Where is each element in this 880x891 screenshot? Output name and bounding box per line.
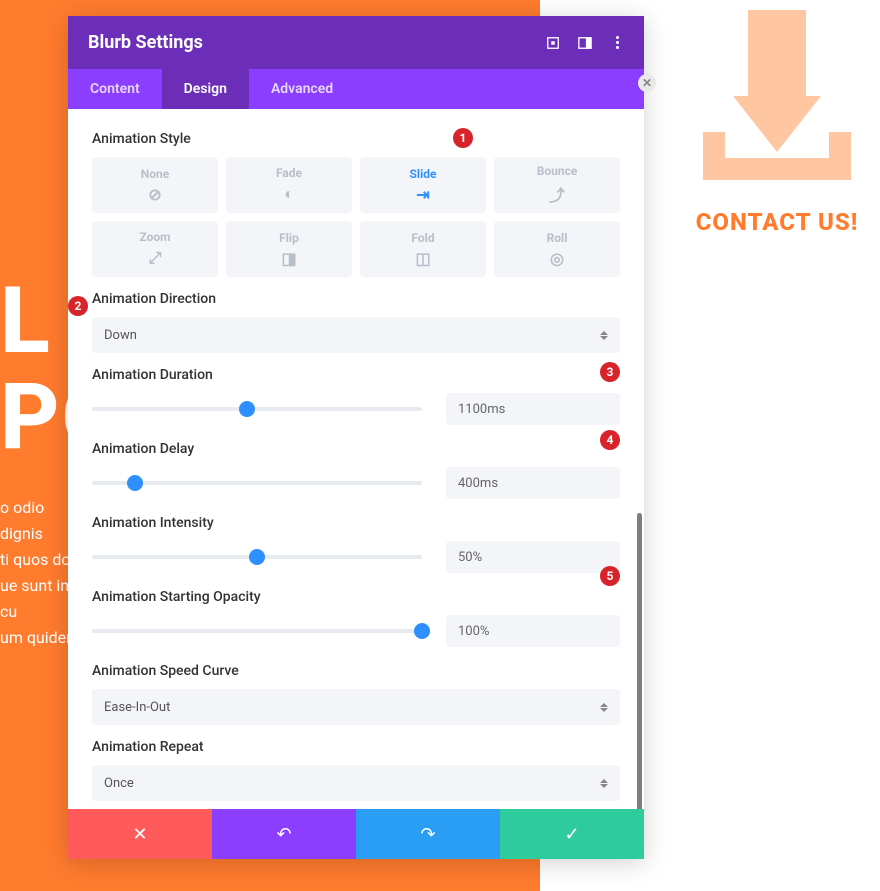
undo-button[interactable]: ↶	[212, 809, 356, 859]
animation-delay-slider[interactable]	[92, 481, 422, 485]
style-slide[interactable]: Slide ⇥	[360, 157, 486, 213]
fold-icon: ◫	[415, 249, 430, 268]
select-value: Once	[104, 776, 134, 791]
tile-label: Fold	[411, 231, 434, 245]
tile-label: Roll	[547, 231, 568, 245]
speed-curve-select[interactable]: Ease-In-Out	[92, 689, 620, 725]
right-panel: CONTACT US!	[682, 10, 872, 236]
animation-style-label: Animation Style	[92, 131, 620, 147]
chevron-sort-icon	[600, 331, 608, 340]
style-fold[interactable]: Fold ◫	[360, 221, 486, 277]
style-fade[interactable]: Fade ◐	[226, 157, 352, 213]
style-bounce[interactable]: Bounce ⤴	[494, 157, 620, 213]
blurb-settings-modal: Blurb Settings Content Design Advanced A…	[68, 16, 644, 859]
repeat-select[interactable]: Once	[92, 765, 620, 801]
expand-icon[interactable]	[546, 36, 560, 50]
chevron-sort-icon	[600, 703, 608, 712]
modal-body: Animation Style None ⊘ Fade ◐ Slide ⇥ Bounc…	[68, 109, 644, 809]
animation-delay-value[interactable]: 400ms	[446, 467, 620, 499]
slide-icon: ⇥	[416, 185, 429, 204]
slider-thumb[interactable]	[127, 475, 143, 491]
animation-intensity-value[interactable]: 50%	[446, 541, 620, 573]
select-value: Ease-In-Out	[104, 700, 170, 715]
tile-label: Fade	[276, 166, 302, 180]
callout-badge-1: 1	[453, 128, 473, 148]
animation-opacity-value[interactable]: 100%	[446, 615, 620, 647]
contact-us-heading: CONTACT US!	[682, 208, 872, 236]
modal-header: Blurb Settings	[68, 16, 644, 69]
fade-icon: ◐	[284, 184, 294, 204]
slider-thumb[interactable]	[414, 623, 430, 639]
animation-direction-label: Animation Direction	[92, 291, 620, 307]
tile-label: None	[141, 167, 169, 181]
scrollbar[interactable]	[637, 513, 642, 809]
style-roll[interactable]: Roll ◎	[494, 221, 620, 277]
save-button[interactable]: ✓	[500, 809, 644, 859]
none-icon: ⊘	[148, 185, 161, 204]
bg-heading-1: L	[0, 268, 52, 375]
tab-design[interactable]: Design	[162, 69, 249, 109]
callout-badge-3: 3	[600, 362, 620, 382]
animation-intensity-slider[interactable]	[92, 555, 422, 559]
style-flip[interactable]: Flip ◨	[226, 221, 352, 277]
slider-thumb[interactable]	[239, 401, 255, 417]
slider-thumb[interactable]	[249, 549, 265, 565]
animation-delay-label: Animation Delay	[92, 441, 620, 457]
style-zoom[interactable]: Zoom ⤢	[92, 221, 218, 277]
tab-content[interactable]: Content	[68, 69, 162, 109]
check-icon: ✓	[564, 824, 579, 845]
undo-icon: ↶	[276, 824, 291, 845]
tile-label: Zoom	[139, 230, 170, 244]
cancel-button[interactable]: ✕	[68, 809, 212, 859]
select-value: Down	[104, 328, 137, 343]
bounce-icon: ⤴	[549, 182, 565, 206]
animation-direction-select[interactable]: Down	[92, 317, 620, 353]
tab-advanced[interactable]: Advanced	[249, 69, 355, 109]
modal-title: Blurb Settings	[88, 32, 203, 53]
repeat-label: Animation Repeat	[92, 739, 620, 755]
modal-external-close[interactable]: ✕	[638, 74, 656, 92]
tile-label: Slide	[410, 167, 437, 181]
animation-style-grid: None ⊘ Fade ◐ Slide ⇥ Bounce ⤴ Zoom ⤢ Flip ◨ F…	[92, 157, 620, 277]
callout-badge-4: 4	[600, 430, 620, 450]
zoom-icon: ⤢	[149, 248, 162, 268]
animation-duration-value[interactable]: 1100ms	[446, 393, 620, 425]
animation-opacity-slider[interactable]	[92, 629, 422, 633]
style-none[interactable]: None ⊘	[92, 157, 218, 213]
close-icon: ✕	[132, 824, 147, 845]
callout-badge-5: 5	[600, 566, 620, 586]
callout-badge-2: 2	[68, 296, 88, 316]
roll-icon: ◎	[550, 249, 564, 268]
more-menu-icon[interactable]	[610, 36, 624, 50]
animation-duration-slider[interactable]	[92, 407, 422, 411]
panel-toggle-icon[interactable]	[578, 36, 592, 50]
tile-label: Flip	[279, 231, 299, 245]
redo-icon: ↷	[420, 824, 435, 845]
animation-intensity-label: Animation Intensity	[92, 515, 620, 531]
flip-icon: ◨	[281, 249, 296, 268]
modal-footer: ✕ ↶ ↷ ✓	[68, 809, 644, 859]
redo-button[interactable]: ↷	[356, 809, 500, 859]
tabs: Content Design Advanced	[68, 69, 644, 109]
speed-curve-label: Animation Speed Curve	[92, 663, 620, 679]
download-icon	[697, 10, 857, 180]
chevron-sort-icon	[600, 779, 608, 788]
tile-label: Bounce	[537, 164, 578, 178]
animation-opacity-label: Animation Starting Opacity	[92, 589, 620, 605]
animation-duration-label: Animation Duration	[92, 367, 620, 383]
